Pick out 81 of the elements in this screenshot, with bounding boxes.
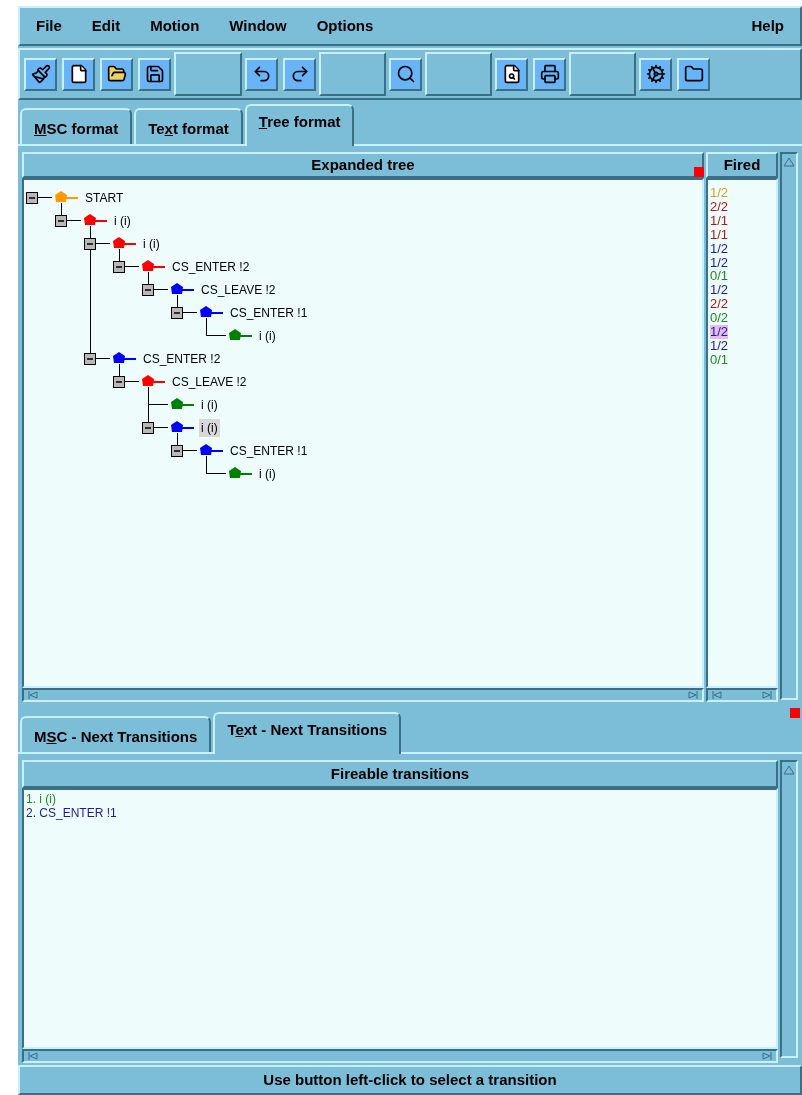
- fired-count[interactable]: 0/2: [710, 311, 729, 326]
- node-label[interactable]: i (i): [141, 234, 162, 253]
- menu-item[interactable]: Edit: [91, 14, 121, 38]
- brush-icon: [30, 64, 51, 84]
- column-header: Fireable transitions: [22, 760, 778, 788]
- collapse-icon[interactable]: [171, 444, 183, 457]
- menu-item[interactable]: Window: [229, 14, 287, 38]
- fired-count[interactable]: 1/2: [710, 338, 729, 353]
- fired-count[interactable]: 2/2: [710, 199, 729, 214]
- transition-item[interactable]: 2. CS_ENTER !1: [26, 806, 117, 820]
- toolbar-spacer: [569, 52, 636, 96]
- save-button[interactable]: [138, 57, 171, 91]
- node-label[interactable]: CS_ENTER !2: [170, 257, 252, 276]
- save-icon: [144, 64, 165, 84]
- collapse-icon[interactable]: [55, 214, 67, 227]
- tab[interactable]: Text - Next Transitions: [213, 712, 402, 754]
- fired-count[interactable]: 1/2: [710, 255, 729, 270]
- node-label[interactable]: CS_ENTER !1: [228, 303, 310, 322]
- menu-item[interactable]: Help: [751, 14, 784, 38]
- menu-item[interactable]: Motion: [150, 14, 200, 38]
- node-label[interactable]: i (i): [257, 326, 278, 345]
- fired-count[interactable]: 0/1: [710, 269, 729, 284]
- node-label[interactable]: CS_LEAVE !2: [199, 280, 278, 299]
- fired-count[interactable]: 1/1: [710, 213, 729, 228]
- new-file-button[interactable]: [62, 57, 95, 91]
- collapse-icon[interactable]: [26, 191, 38, 204]
- open-folder-icon: [106, 64, 127, 84]
- node-label[interactable]: i (i): [199, 418, 220, 437]
- node-label[interactable]: i (i): [112, 211, 133, 230]
- collapse-icon[interactable]: [142, 283, 154, 296]
- menu-item[interactable]: File: [36, 14, 62, 38]
- tab[interactable]: Text format: [134, 108, 243, 144]
- transition-item[interactable]: 1. i (i): [26, 792, 56, 806]
- fired-count[interactable]: 0/1: [710, 352, 729, 367]
- toolbar-spacer: [319, 52, 386, 96]
- tab[interactable]: Tree format: [244, 104, 355, 146]
- node-label[interactable]: CS_LEAVE !2: [170, 372, 249, 391]
- collapse-icon[interactable]: [113, 260, 125, 273]
- node-label[interactable]: i (i): [257, 464, 278, 483]
- gear-icon: [645, 64, 666, 84]
- undo-icon: [251, 64, 272, 84]
- scroll-up-arrow-icon[interactable]: [783, 157, 795, 167]
- status-bar: Use button left-click to select a transition: [18, 1065, 802, 1095]
- tab[interactable]: MSC - Next Transitions: [20, 716, 212, 752]
- open-folder-button[interactable]: [100, 57, 133, 91]
- collapse-icon[interactable]: [142, 421, 154, 434]
- node-label[interactable]: START: [83, 188, 126, 207]
- scroll-up-arrow-icon[interactable]: [783, 765, 795, 775]
- fired-count[interactable]: 1/2: [710, 283, 729, 298]
- fired-count[interactable]: 1/2: [710, 325, 729, 339]
- collapse-icon[interactable]: [113, 375, 125, 388]
- folder-icon: [683, 64, 704, 84]
- gear-button[interactable]: [639, 57, 672, 91]
- undo-button[interactable]: [245, 57, 278, 91]
- node-label[interactable]: CS_ENTER !1: [228, 441, 310, 460]
- column-header: Fired: [706, 152, 778, 178]
- sash-handle[interactable]: [790, 708, 800, 718]
- node-label[interactable]: i (i): [199, 395, 220, 414]
- print-preview-button[interactable]: [495, 57, 528, 91]
- toolbar-spacer: [174, 52, 242, 96]
- vertical-scrollbar[interactable]: [780, 760, 798, 1058]
- tab[interactable]: MSC format: [20, 108, 133, 144]
- brush-button[interactable]: [24, 57, 57, 91]
- fired-count[interactable]: 2/2: [710, 297, 729, 312]
- menu-item[interactable]: Options: [316, 14, 374, 38]
- collapse-icon[interactable]: [171, 306, 183, 319]
- fired-count[interactable]: 1/2: [710, 241, 729, 256]
- folder-button[interactable]: [677, 57, 710, 91]
- vertical-scrollbar[interactable]: [780, 152, 798, 700]
- collapse-icon[interactable]: [84, 352, 96, 365]
- fired-count[interactable]: 1/1: [710, 227, 729, 242]
- node-label[interactable]: CS_ENTER !2: [141, 349, 223, 368]
- printer-button[interactable]: [533, 57, 566, 91]
- collapse-icon[interactable]: [84, 237, 96, 250]
- search-window-button[interactable]: [389, 57, 422, 91]
- search-window-icon: [395, 64, 416, 84]
- column-header: Expanded tree: [22, 152, 704, 178]
- sash-handle[interactable]: [694, 167, 704, 177]
- toolbar-spacer: [425, 52, 492, 96]
- redo-button[interactable]: [283, 57, 316, 91]
- printer-icon: [539, 64, 560, 84]
